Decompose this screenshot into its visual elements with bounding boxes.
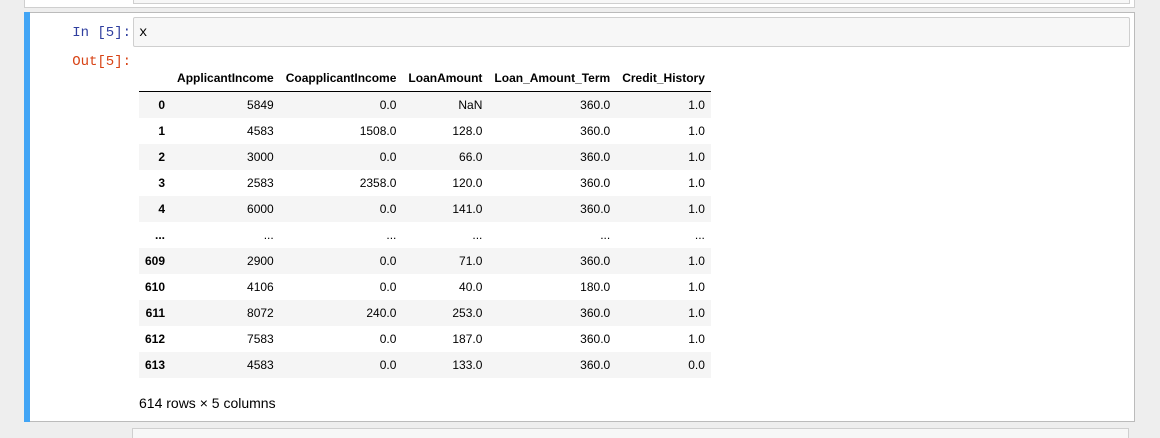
table-cell: 1508.0 <box>359 124 397 138</box>
row-index: ... <box>155 228 166 242</box>
table-cell: 120.0 <box>452 176 483 190</box>
table-cell: 360.0 <box>580 332 611 346</box>
table-cell: 360.0 <box>580 358 611 372</box>
table-cell: NaN <box>458 98 483 112</box>
output-prompt: Out[5]: <box>72 54 131 70</box>
notebook-cell[interactable]: In [5]: x Out[5]: ApplicantIncome Coappl… <box>24 12 1135 422</box>
table-cell: 2583 <box>247 176 274 190</box>
table-cell: 66.0 <box>459 150 483 164</box>
table-cell: 0.0 <box>379 332 397 346</box>
row-index: 3 <box>158 176 166 190</box>
row-index: 613 <box>145 358 166 372</box>
table-cell: ... <box>472 228 483 242</box>
table-cell: 3000 <box>247 150 274 164</box>
table-row: 609 2900 0.0 71.0 360.0 1.0 <box>139 248 711 274</box>
table-cell: 360.0 <box>580 124 611 138</box>
table-cell: 133.0 <box>452 358 483 372</box>
table-cell: 0.0 <box>688 358 705 372</box>
table-cell: 7583 <box>247 332 274 346</box>
table-cell: 2900 <box>247 254 274 268</box>
table-cell: 240.0 <box>366 306 397 320</box>
row-index: 611 <box>145 306 166 320</box>
next-cell[interactable] <box>24 426 1135 438</box>
table-cell: 360.0 <box>580 98 611 112</box>
table-cell: 5849 <box>247 98 274 112</box>
table-cell: 360.0 <box>580 202 611 216</box>
input-prompt: In [5]: <box>72 25 131 41</box>
table-cell: 71.0 <box>459 254 483 268</box>
table-cell: 2358.0 <box>359 176 397 190</box>
next-cell-input[interactable] <box>132 428 1129 438</box>
table-cell: 0.0 <box>379 358 397 372</box>
dataframe-table: ApplicantIncome CoapplicantIncome LoanAm… <box>139 65 711 378</box>
table-cell: 40.0 <box>459 280 483 294</box>
cell-selection-bar <box>24 12 30 422</box>
column-header: CoapplicantIncome <box>279 65 403 92</box>
table-row: 610 4106 0.0 40.0 180.0 1.0 <box>139 274 711 300</box>
table-cell: 6000 <box>247 202 274 216</box>
table-cell: 1.0 <box>688 150 705 164</box>
row-index: 609 <box>145 254 166 268</box>
table-cell: 1.0 <box>688 98 705 112</box>
row-index: 4 <box>158 202 166 216</box>
table-cell: 360.0 <box>580 306 611 320</box>
table-cell: 128.0 <box>452 124 483 138</box>
table-cell: 4583 <box>247 358 274 372</box>
table-cell: 0.0 <box>379 254 397 268</box>
table-cell: 4106 <box>247 280 274 294</box>
table-row: 3 2583 2358.0 120.0 360.0 1.0 <box>139 170 711 196</box>
table-cell: ... <box>694 228 705 242</box>
table-cell: 360.0 <box>580 176 611 190</box>
table-cell: 1.0 <box>688 124 705 138</box>
previous-cell-input[interactable] <box>133 0 1130 4</box>
table-cell: ... <box>263 228 274 242</box>
table-cell: 360.0 <box>580 254 611 268</box>
table-row: 613 4583 0.0 133.0 360.0 0.0 <box>139 352 711 378</box>
table-cell: 0.0 <box>379 280 397 294</box>
table-cell: 1.0 <box>688 306 705 320</box>
row-index: 610 <box>145 280 166 294</box>
header-row: ApplicantIncome CoapplicantIncome LoanAm… <box>139 65 711 92</box>
table-cell: 253.0 <box>452 306 483 320</box>
table-cell: 180.0 <box>580 280 611 294</box>
table-cell: 8072 <box>247 306 274 320</box>
table-cell: 1.0 <box>688 202 705 216</box>
table-row: 4 6000 0.0 141.0 360.0 1.0 <box>139 196 711 222</box>
table-cell: 360.0 <box>580 150 611 164</box>
row-index: 1 <box>158 124 166 138</box>
table-cell: ... <box>600 228 611 242</box>
row-index: 612 <box>145 332 166 346</box>
row-index: 0 <box>158 98 166 112</box>
table-cell: 0.0 <box>379 98 397 112</box>
table-cell: 0.0 <box>379 150 397 164</box>
table-cell: 4583 <box>247 124 274 138</box>
column-header: Loan_Amount_Term <box>488 65 617 92</box>
code-text: x <box>139 25 148 41</box>
code-input[interactable]: x <box>133 17 1130 47</box>
table-cell: 1.0 <box>688 254 705 268</box>
table-cell: ... <box>386 228 397 242</box>
table-cell: 0.0 <box>379 202 397 216</box>
table-row: 1 4583 1508.0 128.0 360.0 1.0 <box>139 118 711 144</box>
table-row: 612 7583 0.0 187.0 360.0 1.0 <box>139 326 711 352</box>
column-header: ApplicantIncome <box>171 65 280 92</box>
table-cell: 1.0 <box>688 332 705 346</box>
column-header: LoanAmount <box>402 65 489 92</box>
dataframe-shape: 614 rows × 5 columns <box>139 395 276 411</box>
previous-cell[interactable] <box>24 0 1135 8</box>
table-cell: 187.0 <box>452 332 483 346</box>
table-row: 0 5849 0.0 NaN 360.0 1.0 <box>139 91 711 118</box>
row-index: 2 <box>158 150 166 164</box>
table-row: .................. <box>139 222 711 248</box>
column-header: Credit_History <box>616 65 711 92</box>
table-cell: 1.0 <box>688 176 705 190</box>
table-cell: 1.0 <box>688 280 705 294</box>
table-row: 2 3000 0.0 66.0 360.0 1.0 <box>139 144 711 170</box>
table-cell: 141.0 <box>452 202 483 216</box>
index-header <box>139 65 172 92</box>
table-row: 611 8072 240.0 253.0 360.0 1.0 <box>139 300 711 326</box>
